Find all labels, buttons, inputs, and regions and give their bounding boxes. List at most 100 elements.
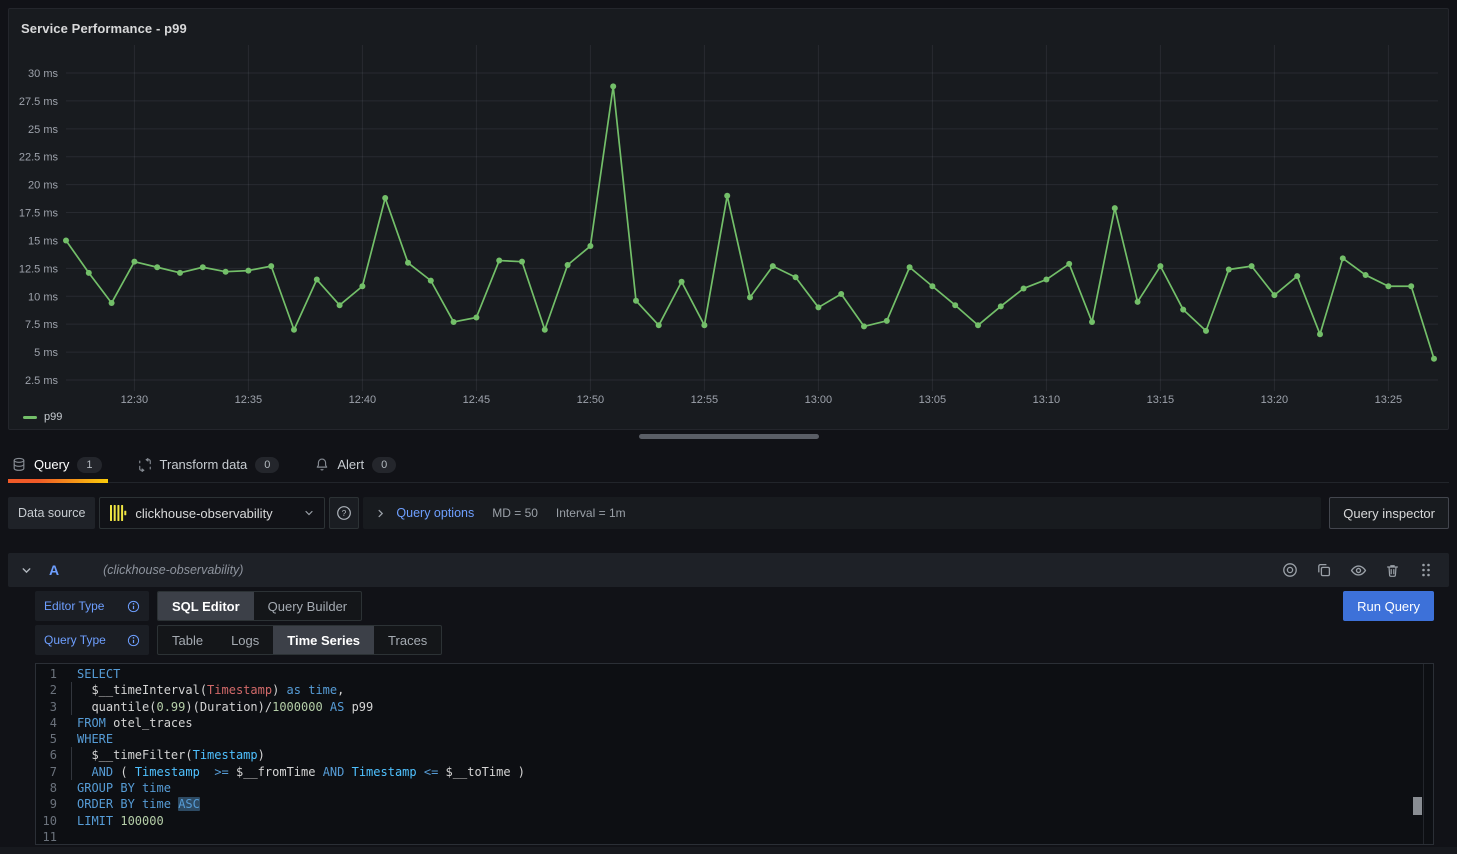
- panel-editor-tabs: Query1 Transform data 0 Alert0: [8, 449, 1449, 483]
- svg-text:10 ms: 10 ms: [28, 291, 58, 303]
- sql-line-6[interactable]: 6 $__timeFilter(Timestamp): [36, 747, 1433, 763]
- timeseries-panel: Service Performance - p99 30 ms 27.5 ms 25…: [8, 8, 1449, 430]
- line-number: 6: [36, 747, 57, 763]
- chevron-down-icon: [303, 507, 315, 519]
- svg-text:25 ms: 25 ms: [28, 124, 58, 136]
- legend: p99: [23, 411, 62, 423]
- sql-code-text: FROM otel_traces: [77, 715, 193, 731]
- svg-text:13:00: 13:00: [805, 394, 833, 406]
- clickhouse-logo: [109, 504, 127, 522]
- sql-code-text: $__timeInterval(Timestamp) as time,: [77, 682, 344, 698]
- svg-text:12:40: 12:40: [349, 394, 377, 406]
- copy-icon[interactable]: [1313, 559, 1335, 581]
- datasource-value: clickhouse-observability: [135, 506, 272, 521]
- svg-text:22.5 ms: 22.5 ms: [19, 152, 59, 164]
- run-query-button[interactable]: Run Query: [1343, 591, 1434, 621]
- bell-icon: [315, 457, 329, 472]
- sql-line-11[interactable]: 11: [36, 829, 1433, 845]
- svg-text:12:30: 12:30: [121, 394, 149, 406]
- max-data-points-value: MD = 50: [492, 506, 538, 520]
- svg-text:17.5 ms: 17.5 ms: [19, 208, 59, 220]
- overview-ruler-marker[interactable]: [1413, 797, 1422, 815]
- sql-line-8[interactable]: 8 GROUP BY time: [36, 780, 1433, 796]
- datasource-label: Data source: [8, 497, 95, 529]
- query-datasource-note: (clickhouse-observability): [103, 563, 243, 577]
- collapse-chevron-icon[interactable]: [20, 564, 33, 577]
- info-icon[interactable]: [127, 634, 140, 647]
- tab-label: Transform data: [160, 457, 248, 472]
- horizontal-scrollbar[interactable]: [639, 434, 819, 439]
- query-options-bar[interactable]: Query options MD = 50 Interval = 1m: [363, 497, 1321, 529]
- sql-line-4[interactable]: 4 FROM otel_traces: [36, 715, 1433, 731]
- sql-line-10[interactable]: 10LIMIT 100000: [36, 813, 1433, 829]
- timeseries-chart[interactable]: 30 ms27.5 ms25 ms22.5 ms20 ms17.5 ms15 m…: [9, 45, 1448, 413]
- editor-scrollbar-track: [1423, 664, 1424, 844]
- svg-text:30 ms: 30 ms: [28, 68, 58, 80]
- svg-text:12:45: 12:45: [463, 394, 491, 406]
- line-number: 5: [36, 731, 57, 747]
- tab-transform-data[interactable]: Transform data 0: [134, 449, 286, 482]
- datasource-help-button[interactable]: ?: [329, 497, 359, 529]
- query-options-link[interactable]: Query options: [396, 506, 474, 520]
- tab-alert[interactable]: Alert0: [311, 449, 402, 482]
- line-number: 10: [36, 813, 57, 829]
- sql-line-7[interactable]: 7 AND ( Timestamp >= $__fromTime AND Tim…: [36, 764, 1433, 780]
- svg-text:15 ms: 15 ms: [28, 235, 58, 247]
- editor-type-option-query-builder[interactable]: Query Builder: [254, 592, 361, 620]
- drag-handle-icon[interactable]: [1415, 559, 1437, 581]
- svg-text:13:15: 13:15: [1147, 394, 1175, 406]
- sql-line-2[interactable]: 2 $__timeInterval(Timestamp) as time,: [36, 682, 1433, 698]
- sql-code-text: AND ( Timestamp >= $__fromTime AND Times…: [77, 764, 525, 780]
- sql-code-text: $__timeFilter(Timestamp): [77, 747, 265, 763]
- query-type-option-logs[interactable]: Logs: [217, 626, 273, 654]
- database-icon: [12, 457, 26, 472]
- line-number: 2: [36, 682, 57, 698]
- svg-text:12.5 ms: 12.5 ms: [19, 263, 59, 275]
- trash-icon[interactable]: [1381, 559, 1403, 581]
- panel-title[interactable]: Service Performance - p99: [21, 21, 187, 36]
- transform-icon: [138, 458, 152, 472]
- svg-text:2.5 ms: 2.5 ms: [25, 375, 59, 387]
- svg-text:?: ?: [342, 508, 347, 518]
- svg-text:12:50: 12:50: [577, 394, 605, 406]
- query-type-option-time-series[interactable]: Time Series: [273, 626, 374, 654]
- editor-type-group: SQL EditorQuery Builder: [157, 591, 362, 621]
- query-type-label: Query Type: [35, 625, 149, 655]
- tab-query[interactable]: Query1: [8, 449, 108, 482]
- svg-text:12:55: 12:55: [691, 394, 719, 406]
- line-number: 9: [36, 796, 57, 812]
- query-type-option-table[interactable]: Table: [158, 626, 217, 654]
- svg-text:13:05: 13:05: [919, 394, 947, 406]
- line-number: 7: [36, 764, 57, 780]
- record-icon[interactable]: [1279, 559, 1301, 581]
- query-inspector-button[interactable]: Query inspector: [1329, 497, 1449, 529]
- svg-text:27.5 ms: 27.5 ms: [19, 96, 59, 108]
- sql-line-5[interactable]: 5 WHERE: [36, 731, 1433, 747]
- line-number: 4: [36, 715, 57, 731]
- sql-code-text: WHERE: [77, 731, 113, 747]
- svg-text:5 ms: 5 ms: [34, 347, 58, 359]
- info-icon[interactable]: [127, 600, 140, 613]
- sql-code-editor[interactable]: 1SELECT2 $__timeInterval(Timestamp) as t…: [35, 663, 1434, 845]
- eye-icon[interactable]: [1347, 559, 1369, 581]
- editor-type-row: Editor Type SQL EditorQuery Builder Run …: [35, 591, 1434, 621]
- legend-series-label[interactable]: p99: [44, 411, 62, 423]
- svg-text:12:35: 12:35: [235, 394, 263, 406]
- query-ref-id[interactable]: A: [49, 562, 59, 578]
- sql-line-3[interactable]: 3 quantile(0.99)(Duration)/1000000 AS p9…: [36, 699, 1433, 715]
- sql-line-1[interactable]: 1SELECT: [36, 666, 1433, 682]
- bottom-panel-edge: [0, 847, 1457, 854]
- editor-type-label: Editor Type: [35, 591, 149, 621]
- line-number: 8: [36, 780, 57, 796]
- tab-label: Alert: [337, 457, 364, 472]
- editor-type-option-sql-editor[interactable]: SQL Editor: [158, 592, 254, 620]
- sql-code-text: GROUP BY time: [77, 780, 171, 796]
- query-type-option-traces[interactable]: Traces: [374, 626, 441, 654]
- datasource-picker[interactable]: clickhouse-observability: [99, 497, 325, 529]
- tab-count-badge: 0: [255, 457, 279, 473]
- sql-line-9[interactable]: 9ORDER BY time ASC: [36, 796, 1433, 812]
- editor-type-label-text: Editor Type: [44, 599, 104, 613]
- legend-series-swatch: [23, 416, 37, 419]
- sql-code-text: SELECT: [77, 666, 120, 682]
- interval-value: Interval = 1m: [556, 506, 626, 520]
